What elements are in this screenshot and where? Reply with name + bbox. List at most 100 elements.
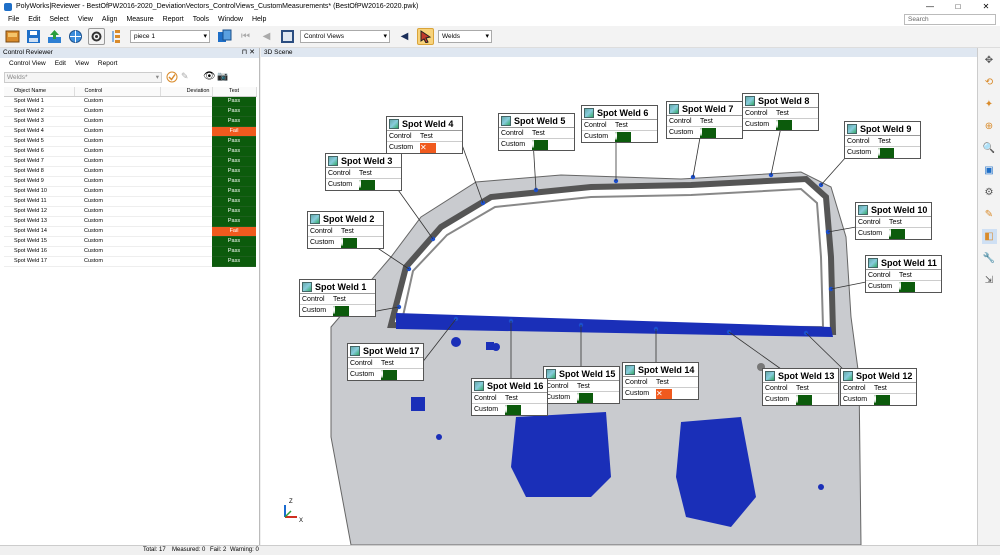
control-view-button[interactable] [279, 28, 296, 45]
move-tool-button[interactable]: ✥ [982, 53, 997, 68]
rotate-tool-button[interactable]: ⟲ [982, 75, 997, 90]
close-button[interactable]: ✕ [972, 0, 1000, 13]
table-row[interactable]: Spot Weld 7 Custom Pass [4, 156, 256, 167]
weld-label[interactable]: Spot Weld 6 Control Test Custom [581, 105, 658, 143]
weld-label[interactable]: Spot Weld 3 Control Test Custom [325, 153, 402, 191]
weld-label-custom: Custom [350, 371, 375, 378]
menu-view[interactable]: View [78, 16, 93, 23]
weld-icon [350, 345, 360, 356]
weld-label[interactable]: Spot Weld 8 Control Test Custom [742, 93, 819, 131]
table-row[interactable]: Spot Weld 2 Custom Pass [4, 106, 256, 117]
reviewer-menu-view[interactable]: View [75, 60, 89, 67]
weld-label[interactable]: Spot Weld 14 Control Test Custom ✕ [622, 362, 699, 400]
column-control[interactable]: Control [74, 87, 161, 97]
table-row[interactable]: Spot Weld 8 Custom Pass [4, 166, 256, 177]
table-row[interactable]: Spot Weld 6 Custom Pass [4, 146, 256, 157]
next-view-button[interactable] [417, 28, 434, 45]
globe-button[interactable] [67, 28, 84, 45]
minimize-button[interactable]: — [916, 0, 944, 13]
layers-tool-button[interactable]: ◧ [981, 229, 997, 244]
weld-label[interactable]: Spot Weld 11 Control Test Custom [865, 255, 942, 293]
approve-icon[interactable] [166, 71, 178, 83]
menu-report[interactable]: Report [163, 16, 184, 23]
row-deviation [160, 116, 212, 127]
edit-tool-button[interactable]: ✎ [982, 207, 997, 222]
previous-button[interactable]: ◀ [258, 28, 275, 45]
weld-label[interactable]: Spot Weld 7 Control Test Custom [666, 101, 743, 139]
weld-label-custom: Custom [765, 396, 790, 403]
weld-label-text: Spot Weld 10 [871, 204, 928, 215]
new-workspace-button[interactable] [4, 28, 21, 45]
first-button[interactable]: ⏮ [237, 28, 254, 45]
weld-label[interactable]: Spot Weld 2 Control Test Custom [307, 211, 384, 249]
weld-label[interactable]: Spot Weld 9 Control Test Custom [844, 121, 921, 159]
settings-button[interactable] [88, 28, 105, 45]
previous-view-button[interactable]: ◀ [396, 28, 413, 45]
weld-label-title: Spot Weld 17 [348, 344, 423, 358]
weld-label-text: Spot Weld 16 [487, 380, 544, 391]
menu-help[interactable]: Help [252, 16, 266, 23]
weld-label-value-row: Custom [308, 237, 383, 248]
table-row[interactable]: Spot Weld 10 Custom Pass [4, 186, 256, 197]
weld-label[interactable]: Spot Weld 13 Control Test Custom [762, 368, 839, 406]
weld-label[interactable]: Spot Weld 5 Control Test Custom [498, 113, 575, 151]
reviewer-menu-report[interactable]: Report [98, 60, 118, 67]
search-input[interactable]: Search [904, 14, 996, 25]
table-row[interactable]: Spot Weld 1 Custom Pass [4, 96, 256, 107]
table-row[interactable]: Spot Weld 17 Custom Pass [4, 256, 256, 267]
arrow-tool-button[interactable]: ⇲ [982, 273, 997, 288]
menu-tools[interactable]: Tools [193, 16, 209, 23]
column-object-name[interactable]: Object Name [4, 87, 75, 97]
table-row[interactable]: Spot Weld 15 Custom Pass [4, 236, 256, 247]
menu-measure[interactable]: Measure [126, 16, 153, 23]
filter-select[interactable]: Welds* [4, 71, 162, 83]
column-test[interactable]: Test [212, 87, 257, 97]
cube-view-button[interactable]: ▣ [982, 163, 997, 178]
reviewer-menu-edit[interactable]: Edit [55, 60, 66, 67]
table-row[interactable]: Spot Weld 5 Custom Pass [4, 136, 256, 147]
weld-label-title: Spot Weld 14 [623, 363, 698, 377]
control-views-select[interactable]: Control Views [300, 30, 390, 43]
table-row[interactable]: Spot Weld 3 Custom Pass [4, 116, 256, 127]
table-row[interactable]: Spot Weld 16 Custom Pass [4, 246, 256, 257]
menu-edit[interactable]: Edit [28, 16, 40, 23]
welds-select[interactable]: Welds [438, 30, 492, 43]
weld-label[interactable]: Spot Weld 17 Control Test Custom [347, 343, 424, 381]
weld-label[interactable]: Spot Weld 16 Control Test Custom [471, 378, 548, 416]
tree-button[interactable] [109, 28, 126, 45]
menu-window[interactable]: Window [218, 16, 243, 23]
display-button[interactable]: ⚙ [982, 185, 997, 200]
scene-tab[interactable]: 3D Scene [261, 48, 977, 57]
pieces-button[interactable] [216, 28, 233, 45]
column-deviation[interactable]: Deviation [160, 87, 213, 97]
menu-file[interactable]: File [8, 16, 19, 23]
reviewer-menu-control-view[interactable]: Control View [9, 60, 46, 67]
save-button[interactable] [25, 28, 42, 45]
wrench-tool-button[interactable]: 🔧 [982, 251, 997, 266]
scene-3d-viewport[interactable]: Z X Spot Weld 1 Control Test Custom Spot Wel… [261, 57, 977, 545]
maximize-button[interactable]: □ [944, 0, 972, 13]
menu-select[interactable]: Select [49, 16, 68, 23]
panel-pin-close[interactable]: ⊓ ✕ [242, 48, 255, 58]
row-object-name: Spot Weld 14 [4, 226, 74, 237]
table-row[interactable]: Spot Weld 11 Custom Pass [4, 196, 256, 207]
table-row[interactable]: Spot Weld 13 Custom Pass [4, 216, 256, 227]
compass-tool-button[interactable]: ✦ [982, 97, 997, 112]
table-row[interactable]: Spot Weld 14 Custom Fail [4, 226, 256, 237]
weld-label[interactable]: Spot Weld 1 Control Test Custom [299, 279, 376, 317]
weld-label[interactable]: Spot Weld 15 Control Test Custom [543, 366, 620, 404]
camera-icon[interactable]: 📷 [217, 71, 231, 83]
menu-align[interactable]: Align [102, 16, 118, 23]
weld-label[interactable]: Spot Weld 4 Control Test Custom ✕ [386, 116, 463, 154]
table-row[interactable]: Spot Weld 9 Custom Pass [4, 176, 256, 187]
magnify-tool-button[interactable]: 🔍 [982, 141, 997, 156]
table-row[interactable]: Spot Weld 4 Custom Fail [4, 126, 256, 137]
comment-icon[interactable]: ✎ [181, 71, 203, 83]
zoom-tool-button[interactable]: ⊕ [982, 119, 997, 134]
eye-icon[interactable]: 👁 [203, 71, 217, 83]
weld-label[interactable]: Spot Weld 10 Control Test Custom [855, 202, 932, 240]
export-button[interactable] [46, 28, 63, 45]
piece-select[interactable]: piece 1 [130, 30, 210, 43]
table-row[interactable]: Spot Weld 12 Custom Pass [4, 206, 256, 217]
weld-label[interactable]: Spot Weld 12 Control Test Custom [840, 368, 917, 406]
